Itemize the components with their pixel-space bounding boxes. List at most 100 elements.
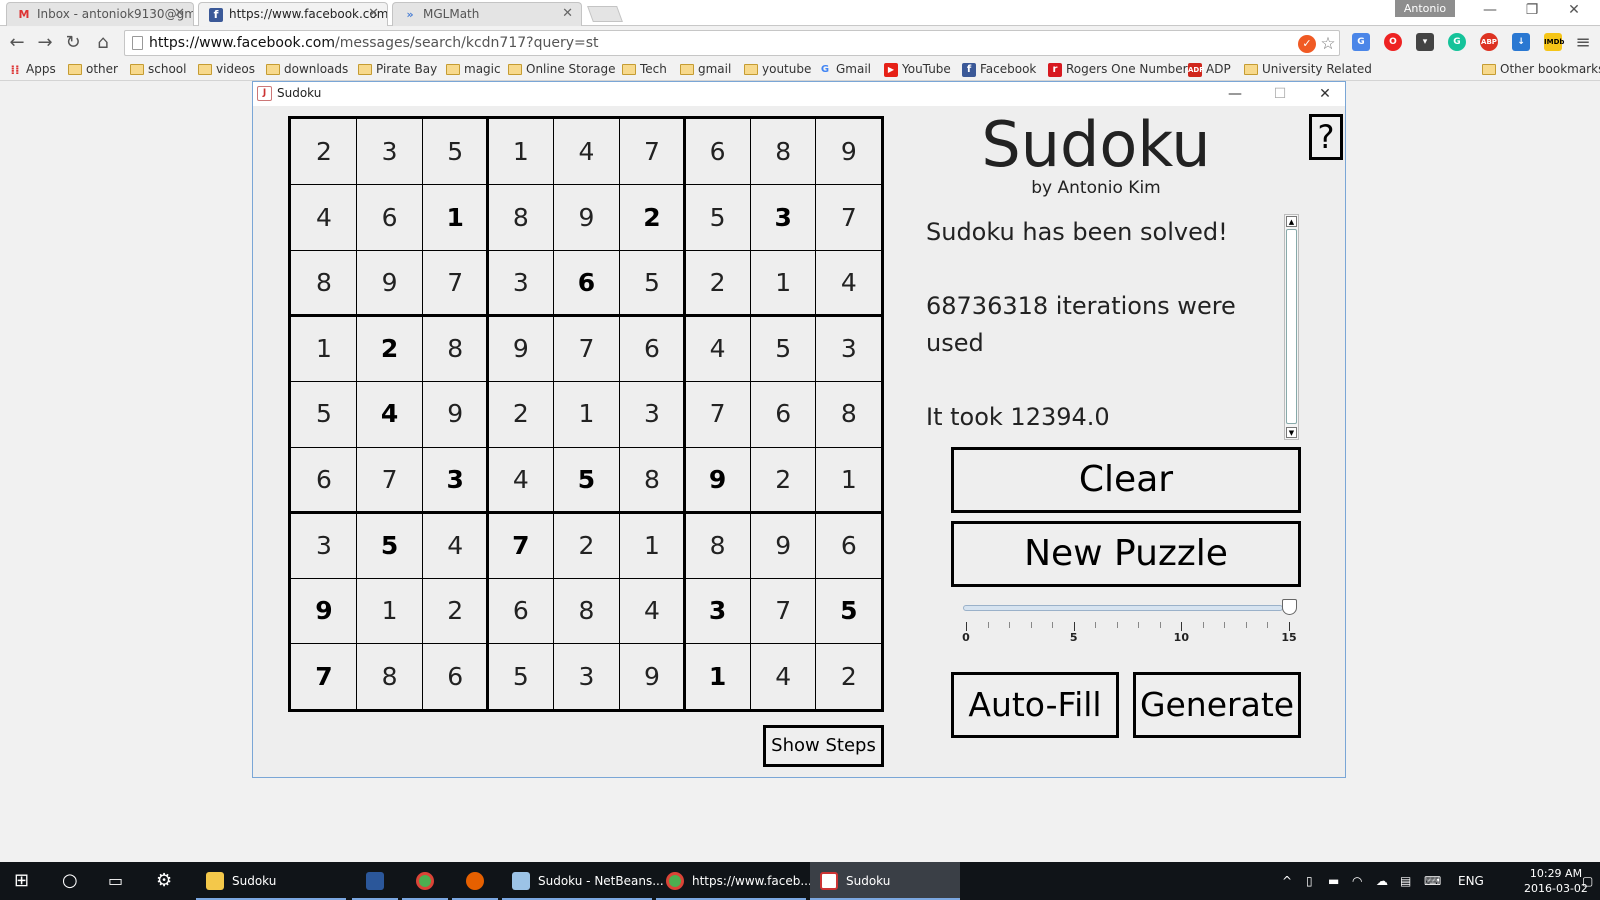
sudoku-cell[interactable]: 4 (357, 381, 423, 447)
sudoku-cell[interactable]: 2 (488, 381, 554, 447)
slider-track[interactable] (963, 605, 1283, 611)
bookmark-pirate-bay[interactable]: Pirate Bay (356, 62, 437, 76)
sudoku-cell[interactable]: 6 (291, 447, 357, 513)
sudoku-cell[interactable]: 4 (619, 578, 685, 644)
forward-icon[interactable]: → (34, 32, 56, 54)
back-icon[interactable]: ← (6, 32, 28, 54)
sudoku-cell[interactable]: 7 (553, 316, 619, 382)
sudoku-cell[interactable]: 1 (553, 381, 619, 447)
taskbar-chrome[interactable] (402, 862, 448, 900)
sudoku-cell[interactable]: 8 (750, 119, 816, 185)
sudoku-cell[interactable]: 1 (619, 513, 685, 579)
bookmark-online-storage[interactable]: Online Storage (506, 62, 615, 76)
clear-button[interactable]: Clear (951, 447, 1301, 513)
sudoku-cell[interactable]: 3 (357, 119, 423, 185)
bookmark-rogers[interactable]: r Rogers One Number (1046, 62, 1188, 77)
sudoku-cell[interactable]: 9 (685, 447, 751, 513)
usb-icon[interactable]: ▯ (1306, 862, 1313, 900)
sudoku-cell[interactable]: 8 (488, 185, 554, 251)
sudoku-cell[interactable]: 5 (357, 513, 423, 579)
bookmark-downloads[interactable]: downloads (264, 62, 348, 76)
sudoku-cell[interactable]: 5 (291, 381, 357, 447)
sudoku-cell[interactable]: 9 (422, 381, 488, 447)
sudoku-cell[interactable]: 6 (750, 381, 816, 447)
tab-gmail[interactable]: M Inbox - antoniok9130@gm ✕ (6, 2, 194, 26)
sudoku-cell[interactable]: 2 (619, 185, 685, 251)
onedrive-icon[interactable]: ☁ (1376, 862, 1388, 900)
adblock-icon[interactable]: ABP (1480, 33, 1498, 51)
bookmark-university[interactable]: University Related (1242, 62, 1372, 76)
taskbar-chrome-facebook[interactable]: https://www.faceb... (656, 862, 812, 900)
sudoku-cell[interactable]: 8 (553, 578, 619, 644)
sudoku-cell[interactable]: 3 (816, 316, 882, 382)
sudoku-cell[interactable]: 5 (685, 185, 751, 251)
sudoku-cell[interactable]: 1 (422, 185, 488, 251)
sudoku-cell[interactable]: 3 (291, 513, 357, 579)
sudoku-cell[interactable]: 6 (488, 578, 554, 644)
taskbar-firefox[interactable] (452, 862, 498, 900)
settings-gear-icon[interactable]: ⚙ (156, 862, 172, 900)
sudoku-cell[interactable]: 4 (553, 119, 619, 185)
address-url[interactable]: https://www.facebook.com/messages/search… (149, 35, 599, 51)
sudoku-cell[interactable]: 3 (750, 185, 816, 251)
sudoku-cell[interactable]: 3 (619, 381, 685, 447)
home-icon[interactable]: ⌂ (92, 32, 114, 54)
sudoku-cell[interactable]: 5 (553, 447, 619, 513)
bookmark-school[interactable]: school (128, 62, 186, 76)
sudoku-cell[interactable]: 4 (816, 250, 882, 316)
sudoku-cell[interactable]: 1 (685, 644, 751, 710)
sudoku-cell[interactable]: 1 (750, 250, 816, 316)
pocket-icon[interactable]: ▾ (1416, 33, 1434, 51)
close-window-icon[interactable]: ✕ (1303, 83, 1347, 105)
bookmark-videos[interactable]: videos (196, 62, 255, 76)
sudoku-cell[interactable]: 7 (619, 119, 685, 185)
bookmark-magic[interactable]: magic (444, 62, 501, 76)
sudoku-cell[interactable]: 3 (685, 578, 751, 644)
sudoku-cell[interactable]: 7 (816, 185, 882, 251)
sudoku-cell[interactable]: 7 (685, 381, 751, 447)
maximize-icon[interactable]: ☐ (1258, 83, 1302, 105)
sudoku-cell[interactable]: 7 (291, 644, 357, 710)
sudoku-cell[interactable]: 6 (816, 513, 882, 579)
sudoku-cell[interactable]: 8 (357, 644, 423, 710)
auto-fill-button[interactable]: Auto-Fill (951, 672, 1119, 738)
notification-icon[interactable]: ▤ (1400, 862, 1411, 900)
output-scrollbar[interactable]: ▲ ▼ (1284, 214, 1299, 440)
sudoku-cell[interactable]: 9 (750, 513, 816, 579)
help-button[interactable]: ? (1309, 114, 1343, 160)
sudoku-cell[interactable]: 6 (553, 250, 619, 316)
bookmark-gmail[interactable]: G Gmail (816, 62, 871, 76)
sudoku-cell[interactable]: 6 (357, 185, 423, 251)
sudoku-cell[interactable]: 9 (553, 185, 619, 251)
close-tab-icon[interactable]: ✕ (562, 6, 573, 21)
sudoku-cell[interactable]: 6 (685, 119, 751, 185)
sudoku-cell[interactable]: 1 (488, 119, 554, 185)
show-steps-button[interactable]: Show Steps (763, 725, 884, 767)
sudoku-cell[interactable]: 4 (750, 644, 816, 710)
close-tab-icon[interactable]: ✕ (174, 6, 185, 21)
sudoku-cell[interactable]: 4 (685, 316, 751, 382)
opera-icon[interactable]: O (1384, 33, 1402, 51)
slider-thumb[interactable] (1282, 599, 1297, 615)
bookmark-tech[interactable]: Tech (620, 62, 667, 76)
sudoku-cell[interactable]: 7 (357, 447, 423, 513)
sudoku-cell[interactable]: 2 (357, 316, 423, 382)
sudoku-cell[interactable]: 3 (488, 250, 554, 316)
system-clock[interactable]: 10:29 AM 2016-03-02 (1524, 866, 1588, 896)
action-center-icon[interactable]: ▢ (1582, 862, 1593, 900)
reload-icon[interactable]: ↻ (62, 32, 84, 54)
sudoku-cell[interactable]: 1 (357, 578, 423, 644)
sudoku-cell[interactable]: 2 (291, 119, 357, 185)
address-bar[interactable]: https://www.facebook.com/messages/search… (124, 30, 1340, 56)
restore-icon[interactable]: ❐ (1512, 2, 1552, 18)
wifi-icon[interactable]: ◠ (1352, 862, 1362, 900)
sudoku-cell[interactable]: 4 (422, 513, 488, 579)
task-view-icon[interactable]: ▭ (108, 862, 123, 900)
sudoku-cell[interactable]: 8 (291, 250, 357, 316)
taskbar-sudoku[interactable]: Sudoku (810, 862, 960, 900)
sudoku-cell[interactable]: 7 (488, 513, 554, 579)
keyboard-icon[interactable]: ⌨ (1424, 862, 1441, 900)
sudoku-cell[interactable]: 6 (422, 644, 488, 710)
sudoku-cell[interactable]: 1 (816, 447, 882, 513)
tab-mglmath[interactable]: » MGLMath ✕ (392, 2, 582, 26)
